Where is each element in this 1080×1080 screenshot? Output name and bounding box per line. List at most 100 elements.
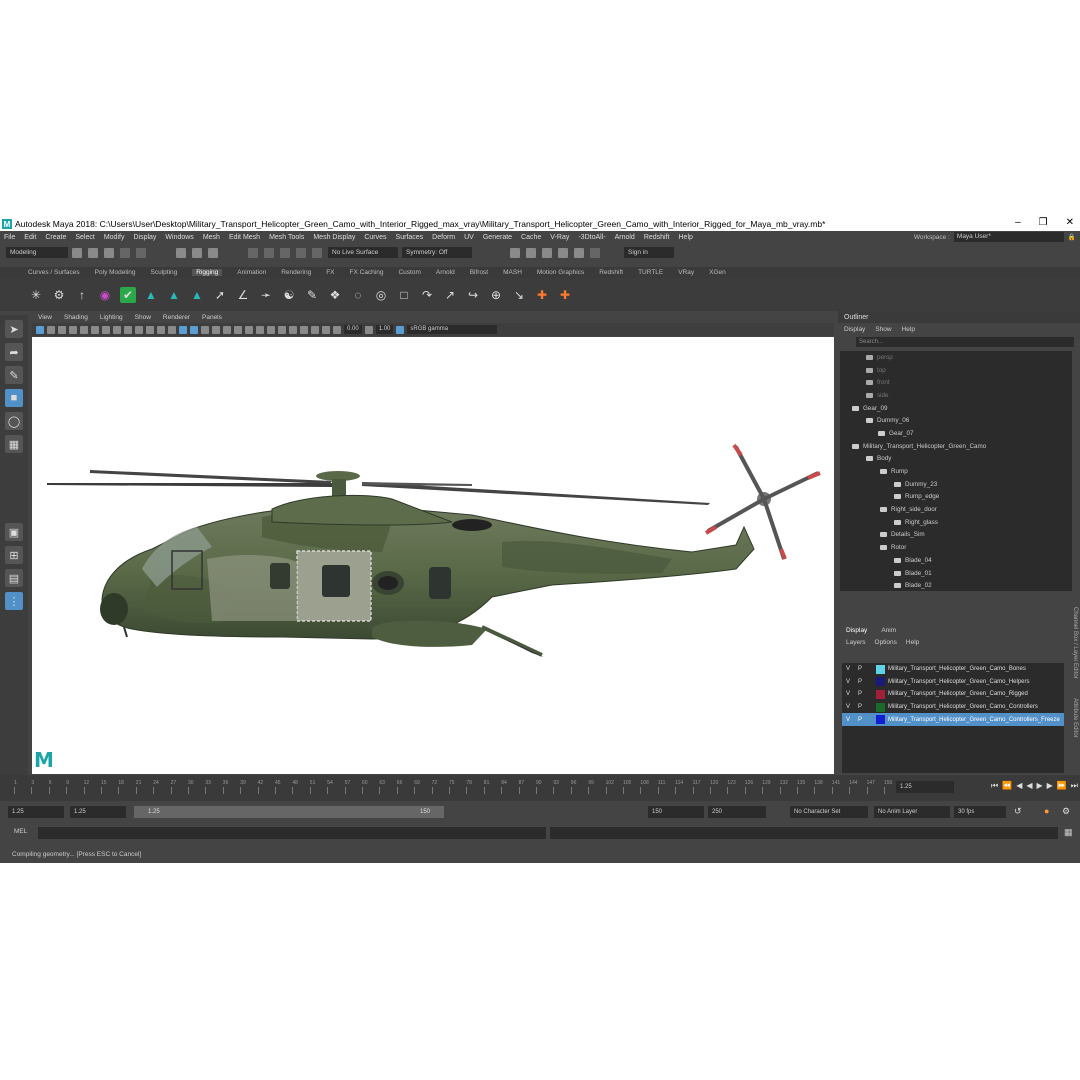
scale-tool-icon[interactable]: ■: [5, 389, 23, 407]
range-slider[interactable]: 1.25 150: [134, 806, 444, 818]
redo-icon[interactable]: [136, 247, 146, 258]
menu-item-v-ray[interactable]: V-Ray: [550, 234, 569, 241]
fps-dropdown[interactable]: 30 fps: [954, 806, 1006, 818]
layer-row[interactable]: V P Military_Transport_Helicopter_Green_Ca…: [842, 688, 1064, 701]
add-attribute-2-icon[interactable]: ✚: [557, 287, 573, 303]
step-forward-key-icon[interactable]: ⏩: [1057, 781, 1067, 791]
channel-box-tab[interactable]: Channel Box / Layer Editor: [1072, 607, 1078, 679]
xray-icon[interactable]: [300, 325, 308, 334]
gamma-icon[interactable]: [364, 325, 373, 334]
shelf-tab-redshift[interactable]: Redshift: [599, 269, 623, 276]
select-object-icon[interactable]: [192, 247, 202, 258]
select-hierarchy-icon[interactable]: [176, 247, 186, 258]
outliner-item[interactable]: Blade_02: [840, 579, 1072, 591]
shelf-tab-animation[interactable]: Animation: [237, 269, 266, 276]
menu-item-deform[interactable]: Deform: [432, 234, 455, 241]
play-back-icon[interactable]: ◀: [1026, 781, 1032, 791]
undo-icon[interactable]: [120, 247, 130, 258]
shelf-tab-fx[interactable]: FX: [326, 269, 334, 276]
human-ik-icon[interactable]: ▲: [143, 287, 159, 303]
outliner-item[interactable]: Military_Transport_Helicopter_Green_Camo: [840, 440, 1072, 453]
visibility-toggle[interactable]: V: [842, 717, 854, 723]
outliner-item[interactable]: Right_glass: [840, 516, 1072, 529]
mode-dropdown[interactable]: Modeling: [6, 247, 68, 258]
outliner-menu-help[interactable]: Help: [902, 326, 915, 333]
hypershade-icon[interactable]: [558, 247, 568, 258]
snap-curve-icon[interactable]: [264, 247, 274, 258]
menu-item-modify[interactable]: Modify: [104, 234, 125, 241]
layer-row[interactable]: V P Military_Transport_Helicopter_Green_Ca…: [842, 676, 1064, 689]
outliner-item[interactable]: Blade_04: [840, 554, 1072, 567]
ipr-render-icon[interactable]: [526, 247, 536, 258]
play-forward-icon[interactable]: ▶: [1037, 781, 1043, 791]
snap-point-icon[interactable]: [280, 247, 290, 258]
menu-item-select[interactable]: Select: [75, 234, 94, 241]
panel-menu-view[interactable]: View: [38, 314, 52, 321]
bookmarks-icon[interactable]: [58, 325, 66, 334]
layer-color-swatch[interactable]: [876, 702, 885, 712]
shelf-tab-sculpting[interactable]: Sculpting: [151, 269, 178, 276]
layer-menu-layers[interactable]: Layers: [846, 639, 866, 646]
outliner-item[interactable]: side: [840, 389, 1072, 402]
outliner-item[interactable]: top: [840, 364, 1072, 377]
color-space-dropdown[interactable]: sRGB gamma: [407, 325, 498, 334]
menu-item-help[interactable]: Help: [679, 234, 693, 241]
playback-end-field[interactable]: 150: [648, 806, 704, 818]
render-icon[interactable]: [510, 247, 520, 258]
shelf-tab-fx-caching[interactable]: FX Caching: [350, 269, 384, 276]
panel-menu-show[interactable]: Show: [135, 314, 151, 321]
mel-input[interactable]: [38, 827, 546, 839]
outliner-item[interactable]: Body: [840, 453, 1072, 466]
close-icon[interactable]: ✕: [1066, 217, 1074, 228]
shelf-tab-mash[interactable]: MASH: [503, 269, 522, 276]
minimize-icon[interactable]: –: [1015, 217, 1021, 228]
step-back-frame-icon[interactable]: ◀: [1016, 781, 1022, 791]
outliner-item[interactable]: Dummy_06: [840, 414, 1072, 427]
panel-menu-shading[interactable]: Shading: [64, 314, 88, 321]
layer-color-swatch[interactable]: [876, 689, 885, 699]
anim-layer-dropdown[interactable]: No Anim Layer: [874, 806, 950, 818]
step-forward-frame-icon[interactable]: ▶: [1047, 781, 1053, 791]
multisample-aa-icon[interactable]: [267, 325, 275, 334]
lattice-icon[interactable]: ➛: [258, 287, 274, 303]
safe-action-icon[interactable]: [157, 325, 165, 334]
shelf-tab-custom[interactable]: Custom: [398, 269, 420, 276]
layer-row[interactable]: V P Military_Transport_Helicopter_Green_Ca…: [842, 713, 1064, 726]
menu-item-generate[interactable]: Generate: [483, 234, 512, 241]
outliner-item[interactable]: Rump: [840, 465, 1072, 478]
layer-tab-display[interactable]: Display: [846, 627, 867, 634]
outliner-item[interactable]: persp: [840, 351, 1072, 364]
add-attribute-icon[interactable]: ✚: [534, 287, 550, 303]
pause-icon[interactable]: [590, 247, 600, 258]
character-set-dropdown[interactable]: No Character Set: [790, 806, 868, 818]
anim-prefs-icon[interactable]: ⚙: [1062, 806, 1070, 817]
pole-vector-icon[interactable]: ⊕: [488, 287, 504, 303]
shelf-tab-bifrost[interactable]: Bifrost: [470, 269, 488, 276]
camera-attributes-icon[interactable]: [47, 325, 55, 334]
maximize-icon[interactable]: ❐: [1039, 217, 1048, 228]
bind-skin-icon[interactable]: ☯: [281, 287, 297, 303]
select-tool-icon[interactable]: ➤: [5, 320, 23, 338]
field-chart-icon[interactable]: [146, 325, 154, 334]
outliner-item[interactable]: Blade_01: [840, 567, 1072, 580]
visibility-toggle[interactable]: V: [842, 666, 854, 672]
color-management-icon[interactable]: [396, 325, 405, 334]
menu-item-mesh[interactable]: Mesh: [203, 234, 220, 241]
select-camera-icon[interactable]: [36, 325, 44, 334]
layer-color-swatch[interactable]: [876, 664, 885, 674]
layer-tab-anim[interactable]: Anim: [881, 627, 896, 634]
outliner-item[interactable]: Rotor: [840, 541, 1072, 554]
mel-label[interactable]: MEL: [14, 828, 27, 835]
shelf-tab-xgen[interactable]: XGen: [709, 269, 726, 276]
time-slider[interactable]: 1 3 6 9 12 15 18 21 24 27 30 33 36 39 42 45 48 51 54 57 60 63…: [0, 775, 1080, 801]
paint-weights-icon[interactable]: ✎: [304, 287, 320, 303]
menu-item-edit-mesh[interactable]: Edit Mesh: [229, 234, 260, 241]
outliner-item[interactable]: Rump_edge: [840, 491, 1072, 504]
wireframe-on-shaded-icon[interactable]: [201, 325, 209, 334]
go-to-start-icon[interactable]: ⏮: [991, 781, 998, 791]
outliner-item[interactable]: Right_side_door: [840, 503, 1072, 516]
lock-icon[interactable]: 🔒: [1068, 233, 1076, 241]
quick-rig-icon[interactable]: ✔: [120, 286, 136, 303]
exposure-field[interactable]: 0.00: [344, 325, 362, 334]
snap-view-icon[interactable]: [296, 247, 306, 258]
